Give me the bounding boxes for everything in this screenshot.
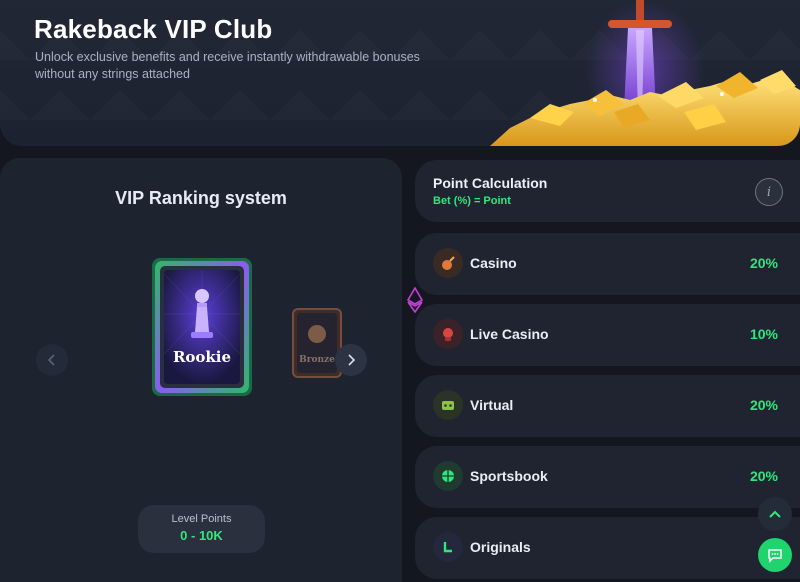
info-icon[interactable]: i — [755, 178, 783, 206]
rookie-rank-card[interactable]: Rookie — [150, 254, 254, 400]
bronze-rank-card[interactable]: Bronze — [292, 308, 342, 378]
point-calculation-title: Point Calculation — [433, 175, 548, 191]
live-casino-icon — [433, 319, 463, 349]
category-row-casino: Casino 20% — [415, 233, 800, 295]
scroll-to-top-button[interactable] — [758, 497, 792, 531]
category-label: Originals — [470, 539, 531, 555]
category-label: Casino — [470, 255, 517, 271]
point-calculation-card: Point Calculation Bet (%) = Point i — [415, 160, 800, 222]
ranking-title: VIP Ranking system — [115, 188, 287, 208]
next-rank-button[interactable] — [335, 344, 367, 376]
category-row-sportsbook: Sportsbook 20% — [415, 446, 800, 508]
bronze-card-label: Bronze — [299, 355, 335, 365]
category-percent: 20% — [749, 468, 778, 484]
hero-banner: Rakeback VIP Club Unlock exclusive benef… — [0, 0, 800, 146]
vip-ranking-panel: VIP Ranking system Rookie Bronze Level P… — [0, 158, 402, 582]
category-label: Sportsbook — [470, 468, 548, 484]
category-percent: 20% — [749, 397, 778, 413]
category-row-virtual: Virtual 20% — [415, 375, 800, 437]
casino-icon — [433, 248, 463, 278]
hero-subtitle: Unlock exclusive benefits and receive in… — [35, 50, 420, 81]
category-percent: 20% — [749, 255, 778, 271]
level-points-box: Level Points 0 - 10K — [138, 505, 265, 553]
sword-gold-icon — [490, 0, 800, 146]
point-calculation-formula: Bet (%) = Point — [433, 195, 511, 207]
chevron-left-icon — [47, 354, 55, 366]
previous-rank-button[interactable] — [36, 344, 68, 376]
originals-icon — [433, 532, 463, 562]
level-points-label: Level Points — [171, 513, 232, 525]
category-row-originals: Originals — [415, 517, 800, 579]
page-title: Rakeback VIP Club — [34, 14, 273, 44]
virtual-icon — [433, 390, 463, 420]
chat-button[interactable] — [758, 538, 792, 572]
chevron-right-icon — [348, 354, 356, 366]
level-points-value: 0 - 10K — [180, 528, 223, 543]
rookie-card-label: Rookie — [173, 348, 231, 366]
chevron-up-icon — [769, 510, 781, 518]
category-percent: 10% — [749, 326, 778, 342]
category-row-live-casino: Live Casino 10% — [415, 304, 800, 366]
chat-icon — [768, 549, 782, 563]
category-label: Live Casino — [470, 326, 549, 342]
sportsbook-icon — [433, 461, 463, 491]
category-label: Virtual — [470, 397, 514, 413]
